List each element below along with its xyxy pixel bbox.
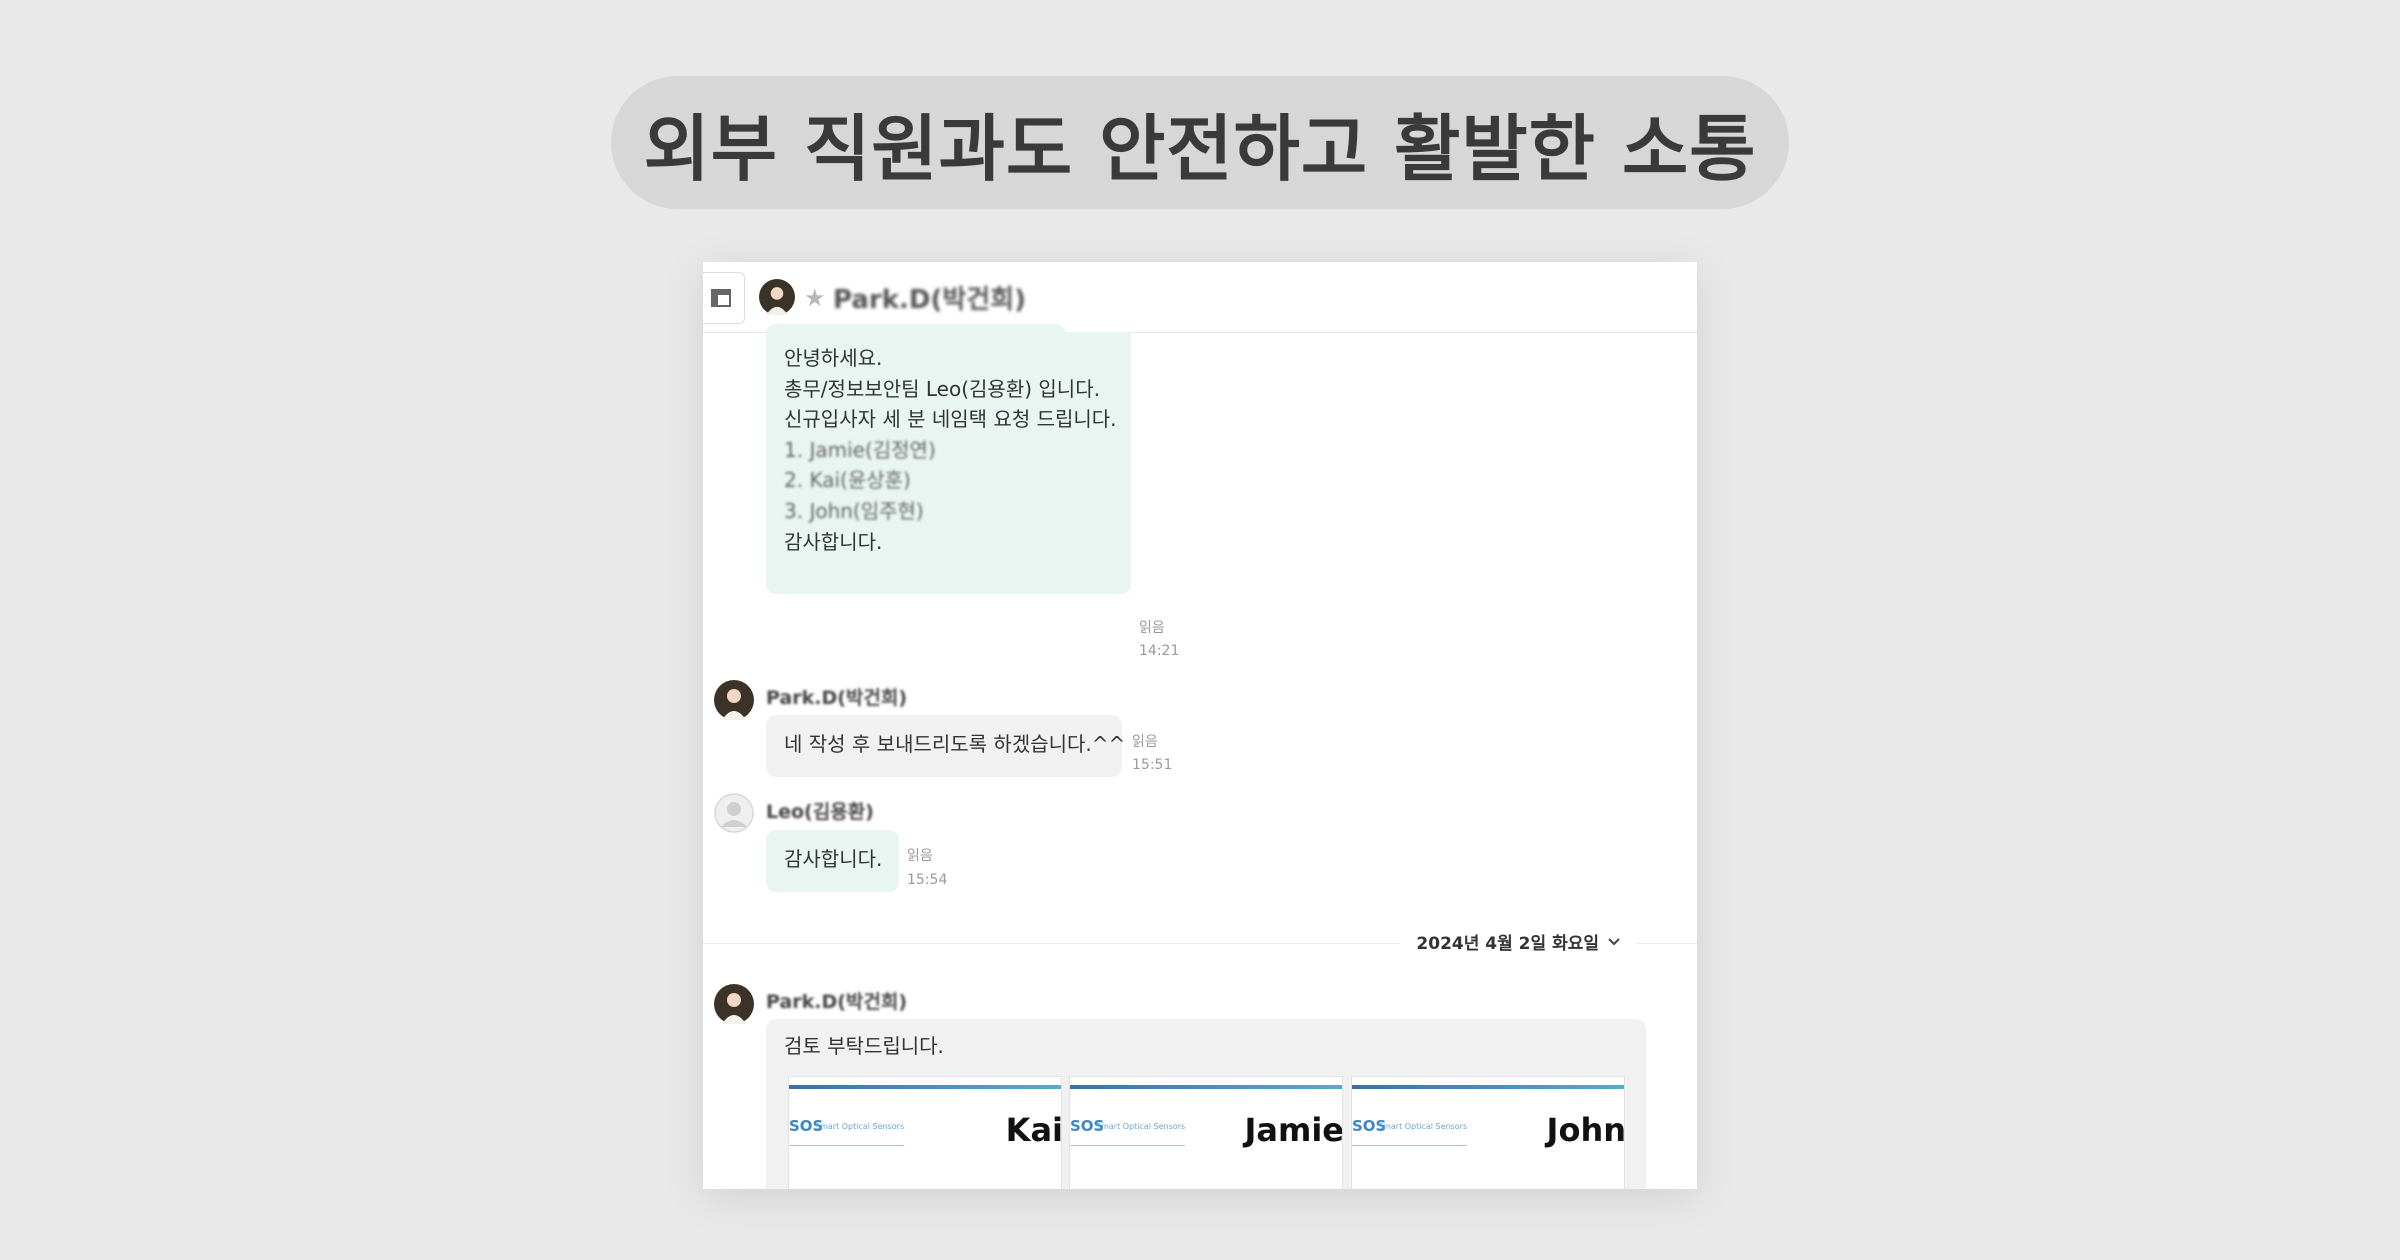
attachment-thumbnail[interactable]: SOS Smart Optical Sensors John (1351, 1076, 1625, 1189)
message-time: 15:54 (907, 872, 948, 888)
message-line-name: 2. Kai(윤상훈) (784, 468, 911, 493)
message-line: 총무/정보보안팀 Leo(김용환) 입니다. (784, 376, 1100, 401)
thumbnail-header-bar (1352, 1085, 1624, 1089)
sender-name: Park.D(박건희) (766, 991, 908, 1013)
sender-avatar[interactable] (714, 984, 754, 1024)
read-status: 읽음 (1132, 734, 1158, 750)
attachment-thumbnail[interactable]: SOS Smart Optical Sensors Jamie (1069, 1076, 1343, 1189)
sender-avatar[interactable] (714, 793, 754, 833)
message-line: 감사합니다. (784, 529, 883, 554)
message-bubble-park-1: 네 작성 후 보내드리도록 하겠습니다.^^ (766, 715, 1126, 777)
sender-name: Park.D(박건희) (766, 687, 908, 709)
message-text: 감사합니다. (784, 847, 883, 871)
thumbnail-header-bar (789, 1085, 1061, 1089)
message-time: 15:51 (1132, 757, 1173, 773)
company-subtitle: Smart Optical Sensors (1096, 1122, 1186, 1131)
company-subtitle: Smart Optical Sensors (815, 1122, 905, 1131)
headline-text: 외부 직원과도 안전하고 활발한 소통 (643, 107, 1757, 191)
nametag-name: Kai (1005, 1111, 1062, 1149)
company-subtitle: Smart Optical Sensors (1378, 1122, 1468, 1131)
thumbnail-header-bar (1070, 1085, 1342, 1089)
thumbnail-rule (789, 1145, 904, 1146)
message-line: 안녕하세요. (784, 346, 883, 370)
chat-title: Park.D(박건희) (833, 285, 1027, 315)
thumbnail-rule (1352, 1145, 1467, 1146)
star-icon[interactable]: ★ (804, 284, 826, 312)
message-line: 신규입사자 세 분 네임택 요청 드립니다. (784, 407, 1117, 432)
attachment-thumbnail[interactable]: SOS Smart Optical Sensors Kai (788, 1076, 1062, 1189)
chat-header: ★ Park.D(박건희) (703, 262, 1697, 333)
headline-banner: 외부 직원과도 안전하고 활발한 소통 (611, 76, 1789, 209)
message-bubble-leo-1: 안녕하세요. 총무/정보보안팀 Leo(김용환) 입니다. 신규입사자 세 분 … (766, 333, 1131, 594)
thumbnail-rule (1070, 1145, 1185, 1146)
sender-avatar[interactable] (714, 680, 754, 720)
read-status: 읽음 (907, 848, 933, 864)
date-divider-label: 2024년 4월 2일 화요일 (1416, 934, 1599, 954)
message-line-name: 3. John(임주현) (784, 498, 924, 523)
read-status: 읽음 (1139, 620, 1165, 636)
message-bubble-leo-2: 감사합니다. (766, 830, 899, 892)
header-avatar[interactable] (759, 279, 795, 315)
message-text: 네 작성 후 보내드리도록 하겠습니다.^^ (784, 732, 1126, 756)
nametag-name: John (1546, 1111, 1625, 1149)
sidebar-toggle-icon (711, 289, 731, 307)
message-line-name: 1. Jamie(김정연) (784, 437, 936, 462)
sidebar-toggle-button[interactable] (703, 272, 745, 324)
nametag-name: Jamie (1244, 1111, 1343, 1149)
chevron-down-icon (1608, 937, 1620, 945)
message-time: 14:21 (1139, 643, 1180, 659)
message-text: 검토 부탁드립니다. (784, 1034, 944, 1058)
chat-window: ★ Park.D(박건희) 안녕하세요. 안녕하세요. 총무/정보보안팀 Leo… (703, 262, 1697, 1189)
date-divider[interactable]: 2024년 4월 2일 화요일 (1400, 929, 1637, 954)
sender-name: Leo(김용환) (766, 801, 874, 823)
